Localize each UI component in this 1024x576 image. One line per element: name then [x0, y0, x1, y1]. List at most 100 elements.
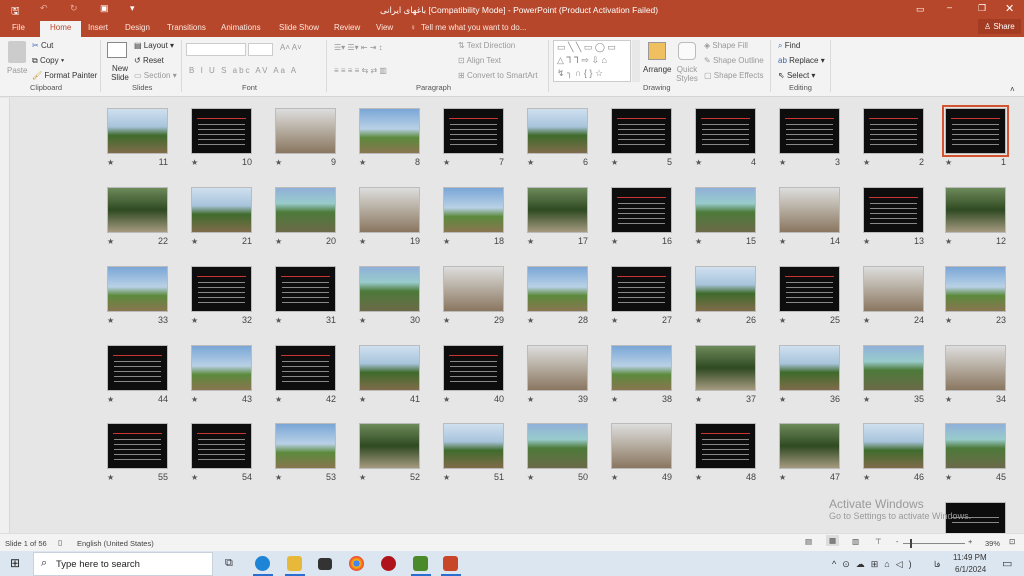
- redo-icon[interactable]: ↻: [70, 3, 78, 14]
- slide-transition-star-icon[interactable]: ★: [275, 316, 282, 325]
- slide-thumbnail-9[interactable]: [275, 108, 336, 154]
- slide-thumbnail-32[interactable]: [191, 266, 252, 312]
- bullets-icon[interactable]: ☰▾ ☰▾ ⇤ ⇥ ↕: [334, 43, 383, 52]
- slide-transition-star-icon[interactable]: ★: [695, 395, 702, 404]
- select-button[interactable]: ⇖ Select ▾: [778, 71, 815, 80]
- slide-thumbnail-34[interactable]: [945, 345, 1006, 391]
- slideshow-view-icon[interactable]: ⊤: [875, 537, 882, 546]
- slide-thumbnail-43[interactable]: [191, 345, 252, 391]
- slide-transition-star-icon[interactable]: ★: [443, 237, 450, 246]
- shape-effects-button[interactable]: ▢ Shape Effects: [704, 71, 763, 80]
- align-icons[interactable]: ≡ ≡ ≡ ≡ ⇆ ⇄ ▥: [334, 66, 387, 75]
- slide-thumbnail-53[interactable]: [275, 423, 336, 469]
- slide-transition-star-icon[interactable]: ★: [359, 316, 366, 325]
- slide-thumbnail-1[interactable]: [942, 105, 1009, 157]
- slide-thumbnail-23[interactable]: [945, 266, 1006, 312]
- slide-thumbnail-22[interactable]: [107, 187, 168, 233]
- slide-transition-star-icon[interactable]: ★: [191, 316, 198, 325]
- font-format-buttons[interactable]: B I U S abc AV Aa A: [189, 66, 298, 75]
- spell-check-icon[interactable]: ▯: [58, 538, 62, 547]
- presentation-icon[interactable]: ▣: [100, 3, 109, 14]
- slide-thumbnail-21[interactable]: [191, 187, 252, 233]
- grow-font-icon[interactable]: A˄ A˅: [280, 43, 302, 52]
- zoom-slider[interactable]: [903, 543, 965, 544]
- slide-transition-star-icon[interactable]: ★: [611, 316, 618, 325]
- slide-transition-star-icon[interactable]: ★: [443, 316, 450, 325]
- slide-transition-star-icon[interactable]: ★: [443, 395, 450, 404]
- app-icon[interactable]: [381, 556, 396, 571]
- slide-transition-star-icon[interactable]: ★: [945, 395, 952, 404]
- slide-thumbnail-52[interactable]: [359, 423, 420, 469]
- slide-transition-star-icon[interactable]: ★: [779, 395, 786, 404]
- slide-transition-star-icon[interactable]: ★: [359, 237, 366, 246]
- tab-transitions[interactable]: Transitions: [167, 23, 206, 32]
- slide-transition-star-icon[interactable]: ★: [527, 316, 534, 325]
- slide-thumbnail-2[interactable]: [863, 108, 924, 154]
- convert-smartart-button[interactable]: ⊞ Convert to SmartArt: [458, 71, 538, 80]
- replace-button[interactable]: ab Replace ▾: [778, 56, 825, 65]
- slide-transition-star-icon[interactable]: ★: [779, 473, 786, 482]
- slide-thumbnail-6[interactable]: [527, 108, 588, 154]
- slide-transition-star-icon[interactable]: ★: [359, 158, 366, 167]
- slide-transition-star-icon[interactable]: ★: [611, 237, 618, 246]
- arrange-icon[interactable]: [648, 42, 666, 60]
- slide-thumbnail-51[interactable]: [443, 423, 504, 469]
- slide-thumbnail-26[interactable]: [695, 266, 756, 312]
- slide-thumbnail-11[interactable]: [107, 108, 168, 154]
- notifications-icon[interactable]: ▭: [1002, 557, 1012, 570]
- shapes-gallery[interactable]: ▭ ╲ ╲ ▭ ◯ ▭ △ ⅂ ⅂ ⇨ ⇩ ⌂ ↯ ╮ ∩ { } ☆: [553, 40, 631, 82]
- quick-styles-icon[interactable]: [678, 42, 696, 60]
- slide-thumbnail-19[interactable]: [359, 187, 420, 233]
- slide-thumbnail-12[interactable]: [945, 187, 1006, 233]
- tab-animations[interactable]: Animations: [221, 23, 261, 32]
- windows-start-icon[interactable]: ⊞: [10, 556, 20, 570]
- slide-transition-star-icon[interactable]: ★: [863, 316, 870, 325]
- tell-me-search[interactable]: Tell me what you want to do...: [421, 23, 526, 32]
- tab-review[interactable]: Review: [334, 23, 360, 32]
- reset-button[interactable]: ↺ Reset: [134, 56, 164, 65]
- slide-transition-star-icon[interactable]: ★: [359, 395, 366, 404]
- slide-thumbnail-40[interactable]: [443, 345, 504, 391]
- slide-thumbnail-10[interactable]: [191, 108, 252, 154]
- ribbon-display-icon[interactable]: ▭: [916, 4, 925, 15]
- slide-transition-star-icon[interactable]: ★: [611, 395, 618, 404]
- slide-transition-star-icon[interactable]: ★: [695, 237, 702, 246]
- chrome-icon[interactable]: [349, 556, 364, 571]
- fit-to-window-icon[interactable]: ⊡: [1009, 537, 1015, 546]
- taskbar-search[interactable]: ⌕ Type here to search: [33, 552, 213, 576]
- slide-thumbnail-48[interactable]: [695, 423, 756, 469]
- slide-thumbnail-54[interactable]: [191, 423, 252, 469]
- minimize-button[interactable]: –: [947, 2, 952, 12]
- slide-thumbnail-31[interactable]: [275, 266, 336, 312]
- game-icon[interactable]: [413, 556, 428, 571]
- arrange-button[interactable]: Arrange: [643, 65, 671, 74]
- share-button[interactable]: ♙ Share: [978, 19, 1021, 34]
- slide-thumbnail-30[interactable]: [359, 266, 420, 312]
- slide-transition-star-icon[interactable]: ★: [779, 237, 786, 246]
- slide-thumbnail-5[interactable]: [611, 108, 672, 154]
- tab-view[interactable]: View: [376, 23, 393, 32]
- slide-thumbnail-14[interactable]: [779, 187, 840, 233]
- tab-design[interactable]: Design: [125, 23, 150, 32]
- task-view-icon[interactable]: ⧉: [225, 557, 233, 570]
- zoom-slider-thumb[interactable]: [910, 539, 912, 548]
- slide-thumbnail-20[interactable]: [275, 187, 336, 233]
- slide-sorter-view-icon[interactable]: ▦: [826, 535, 840, 546]
- slide-transition-star-icon[interactable]: ★: [779, 158, 786, 167]
- slide-thumbnail-47[interactable]: [779, 423, 840, 469]
- save-icon[interactable]: 🖫: [11, 4, 20, 21]
- slide-transition-star-icon[interactable]: ★: [527, 473, 534, 482]
- input-language-icon[interactable]: فا: [934, 560, 940, 569]
- slide-thumbnail-37[interactable]: [695, 345, 756, 391]
- tab-file[interactable]: File: [12, 23, 25, 32]
- zoom-level[interactable]: 39%: [985, 539, 1000, 548]
- zoom-in-button[interactable]: +: [968, 537, 972, 546]
- slide-transition-star-icon[interactable]: ★: [527, 158, 534, 167]
- slide-transition-star-icon[interactable]: ★: [443, 158, 450, 167]
- slide-transition-star-icon[interactable]: ★: [863, 473, 870, 482]
- slide-thumbnail-41[interactable]: [359, 345, 420, 391]
- new-slide-icon[interactable]: [107, 42, 127, 58]
- new-slide-button[interactable]: New Slide: [108, 64, 132, 82]
- normal-view-icon[interactable]: ▤: [805, 537, 812, 546]
- slide-thumbnail-16[interactable]: [611, 187, 672, 233]
